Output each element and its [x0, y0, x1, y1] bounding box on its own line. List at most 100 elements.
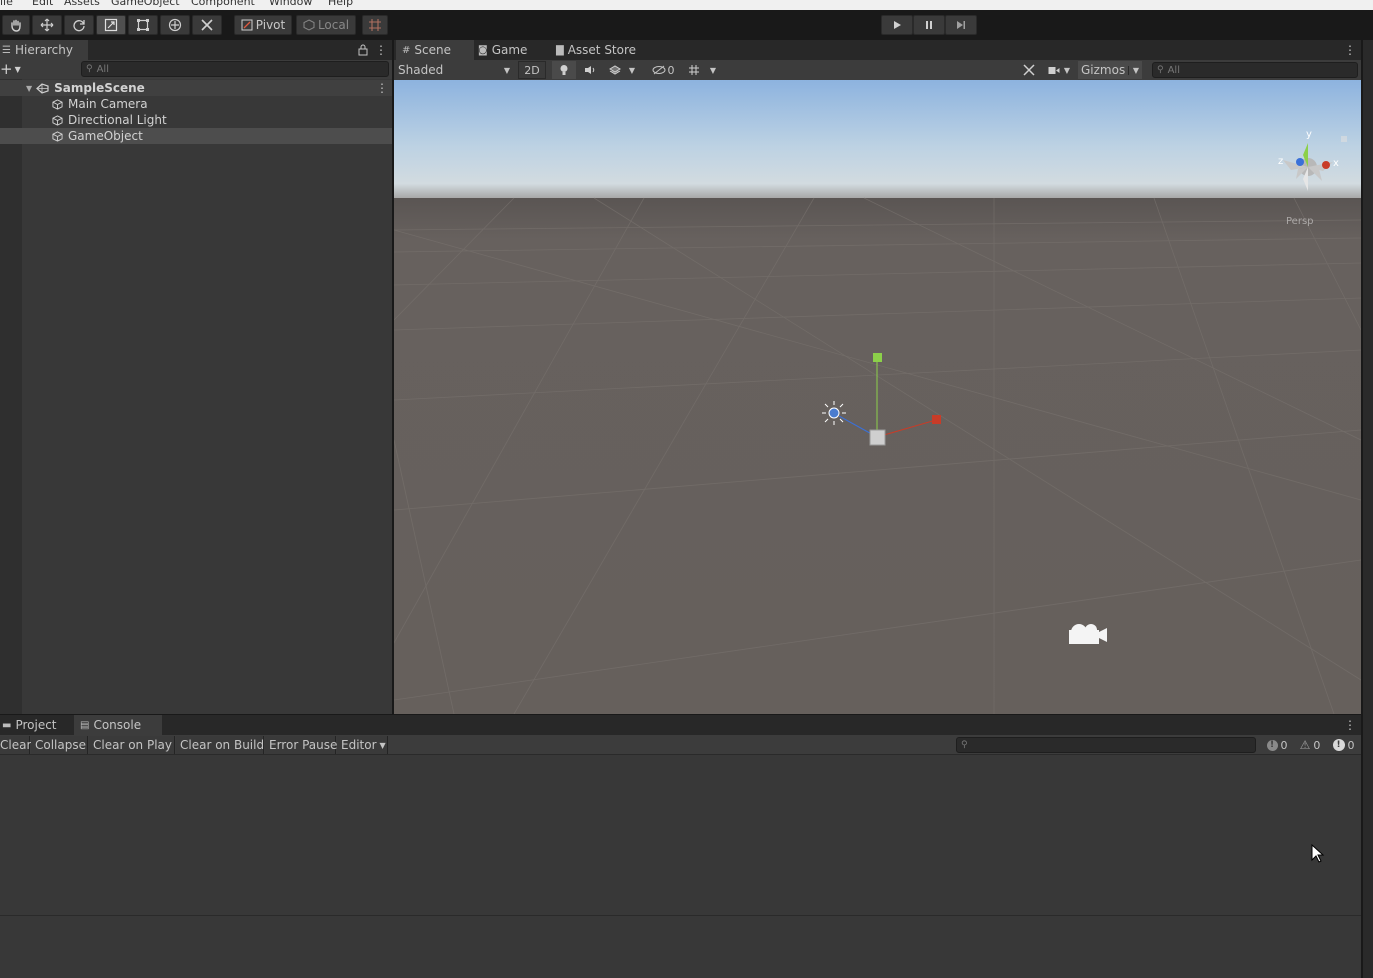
hierarchy-item-gameobject[interactable]: GameObject	[0, 128, 392, 144]
dropdown-arrow-icon: ▼	[379, 740, 386, 750]
lock-icon[interactable]	[358, 44, 368, 56]
toggle-2d-button[interactable]: 2D	[518, 61, 546, 79]
error-count: 0	[1347, 738, 1355, 752]
menu-help[interactable]: Help	[328, 0, 353, 8]
scene-root-row[interactable]: ▼ SampleScene ⋮	[0, 80, 392, 96]
inspector-edge	[1362, 40, 1373, 978]
console-search-input[interactable]: ⚲	[956, 737, 1256, 753]
axis-label-y: y	[1306, 129, 1312, 140]
hierarchy-tab-bar: ☰ Hierarchy ⋮	[0, 40, 392, 60]
projection-label[interactable]: Persp	[1286, 216, 1314, 227]
collapse-button[interactable]: Collapse	[31, 736, 88, 754]
console-log-list[interactable]	[0, 756, 1361, 915]
effects-layers-icon	[608, 65, 621, 75]
scene-panel-menu-icon[interactable]: ⋮	[1344, 44, 1356, 56]
clear-on-play-button[interactable]: Clear on Play	[89, 736, 175, 754]
info-icon: !	[1266, 739, 1278, 751]
scene-name: SampleScene	[54, 81, 145, 95]
gameobject-cube-icon	[52, 114, 63, 126]
step-icon	[957, 21, 965, 29]
step-button[interactable]	[945, 15, 977, 35]
info-count-toggle[interactable]: ! 0	[1262, 736, 1292, 754]
audio-toggle[interactable]	[579, 61, 601, 79]
tab-game[interactable]: ◙ Game	[478, 40, 548, 60]
console-tab-bar: ▬ Project ▤ Console ⋮	[0, 715, 1361, 735]
light-gizmo-icon[interactable]	[822, 401, 846, 425]
clear-on-build-button[interactable]: Clear on Build	[176, 736, 264, 754]
rect-transform-icon	[137, 19, 149, 31]
error-count-toggle[interactable]: ! 0	[1328, 736, 1359, 754]
menu-component[interactable]: Component	[191, 0, 255, 8]
create-dropdown[interactable]: + ▼	[0, 61, 24, 77]
error-pause-button[interactable]: Error Pause	[265, 736, 337, 754]
hierarchy-item-label: Main Camera	[68, 97, 148, 111]
info-count: 0	[1280, 738, 1288, 752]
tab-asset-store[interactable]: ▇ Asset Store	[556, 40, 646, 60]
hand-tool-button[interactable]	[2, 15, 30, 35]
transform-icon	[168, 18, 182, 32]
gizmos-label: Gizmos	[1081, 63, 1126, 77]
console-menu-icon[interactable]: ⋮	[1344, 719, 1356, 731]
hierarchy-item-label: Directional Light	[68, 113, 167, 127]
scene-viewport[interactable]: y x z Persp	[394, 80, 1361, 714]
gizmos-dropdown[interactable]: Gizmos ▼	[1078, 61, 1142, 79]
effects-dropdown[interactable]: ▼	[604, 61, 640, 79]
custom-tool-button[interactable]	[192, 15, 222, 35]
lighting-toggle[interactable]	[552, 61, 576, 79]
grid-snap-button[interactable]	[362, 15, 388, 35]
local-cube-icon	[303, 19, 315, 31]
search-icon: ⚲	[961, 740, 968, 750]
tab-console[interactable]: ▤ Console	[74, 715, 162, 735]
move-tool-button[interactable]	[32, 15, 62, 35]
menu-gameobject[interactable]: GameObject	[111, 0, 180, 8]
scene-menu-icon[interactable]: ⋮	[376, 82, 388, 94]
dropdown-arrow-icon: ▼	[14, 64, 21, 74]
lightbulb-icon	[560, 65, 568, 75]
warning-count-toggle[interactable]: ⚠ 0	[1295, 736, 1325, 754]
hierarchy-item-directional-light[interactable]: Directional Light	[0, 112, 392, 128]
scale-icon	[104, 18, 118, 32]
scene-search-input[interactable]: ⚲ All	[1152, 62, 1358, 78]
tab-scene[interactable]: # Scene	[396, 40, 474, 60]
shading-mode-dropdown[interactable]: Shaded ▼	[394, 61, 514, 79]
hierarchy-search-input[interactable]: ⚲ All	[81, 61, 389, 77]
tab-hierarchy[interactable]: ☰ Hierarchy	[0, 40, 88, 60]
rotate-tool-button[interactable]	[64, 15, 94, 35]
menu-edit[interactable]: Edit	[32, 0, 53, 8]
grid-visibility-dropdown[interactable]: ▼	[682, 61, 722, 79]
clear-button[interactable]: Clear	[0, 736, 32, 754]
play-button[interactable]	[881, 15, 913, 35]
axis-label-z: z	[1278, 156, 1283, 167]
transform-tool-button[interactable]	[160, 15, 190, 35]
local-toggle[interactable]: Local	[296, 15, 356, 35]
video-camera-icon	[1048, 66, 1060, 74]
pivot-toggle[interactable]: Pivot	[234, 15, 292, 35]
hierarchy-menu-icon[interactable]: ⋮	[375, 44, 387, 56]
editor-dropdown[interactable]: Editor ▼	[337, 736, 388, 754]
toggle-2d-label: 2D	[524, 63, 540, 77]
menu-bar: ile Edit Assets GameObject Component Win…	[0, 0, 1373, 10]
grid-icon	[688, 65, 699, 75]
project-tab-label: Project	[15, 718, 57, 732]
axis-label-x: x	[1333, 158, 1339, 169]
scene-toolbar: Shaded ▼ 2D ▼ 0 ▼ ▼ Gizmos ▼ ⚲ All	[394, 60, 1361, 80]
scale-tool-button[interactable]	[96, 15, 126, 35]
camera-settings-dropdown[interactable]: ▼	[1044, 61, 1074, 79]
clear-label: Clear	[0, 738, 32, 752]
hierarchy-tab-label: Hierarchy	[14, 43, 73, 57]
console-icon: ▤	[80, 719, 90, 731]
tab-project[interactable]: ▬ Project	[0, 715, 68, 735]
grid-snap-icon	[369, 19, 381, 31]
hierarchy-item-label: GameObject	[68, 129, 143, 143]
menu-assets[interactable]: Assets	[64, 0, 100, 8]
wrench-screwdriver-icon	[201, 19, 213, 31]
menu-window[interactable]: Window	[269, 0, 312, 8]
expand-arrow-icon[interactable]: ▼	[26, 84, 32, 93]
hidden-objects-toggle[interactable]: 0	[646, 61, 680, 79]
game-tab-label: Game	[491, 43, 528, 57]
hierarchy-item-main-camera[interactable]: Main Camera	[0, 96, 392, 112]
menu-file[interactable]: ile	[0, 0, 13, 8]
rect-tool-button[interactable]	[128, 15, 158, 35]
pause-button[interactable]	[913, 15, 945, 35]
scene-tools-button[interactable]	[1018, 61, 1040, 79]
